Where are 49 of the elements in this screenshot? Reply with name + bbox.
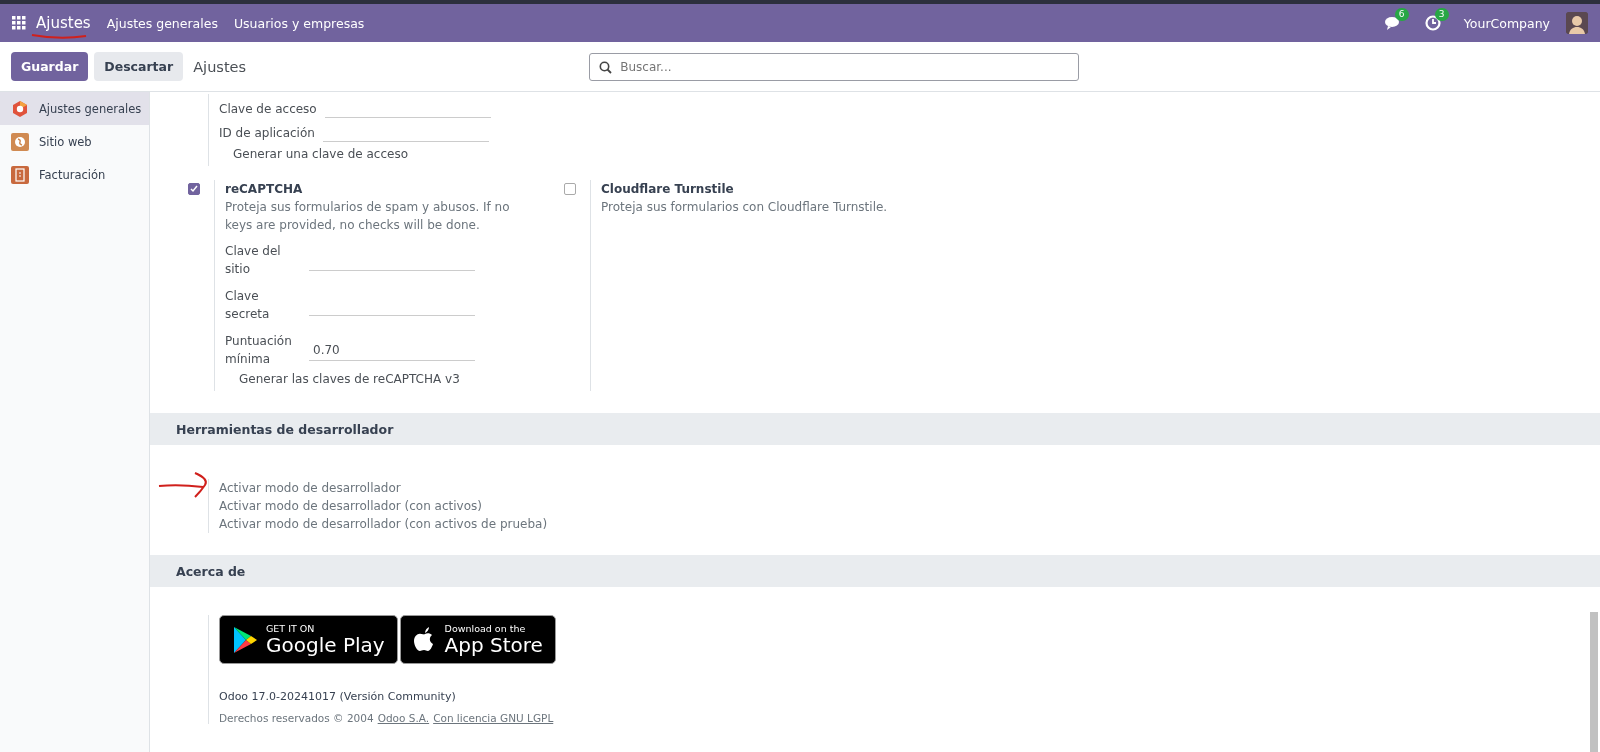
store-badge[interactable]: GET IT ON Google Play [219,615,398,664]
field-label: Clave de acceso [219,101,318,118]
hexagon-logo-icon [11,99,29,118]
discard-button[interactable]: Descartar [94,52,184,81]
sidebar-item[interactable]: Facturación [0,158,149,191]
setting-description: Proteja sus formularios con Cloudflare Turnstile. [601,199,888,216]
sidebar-item[interactable]: Sitio web [0,125,149,158]
version-text: Odoo 17.0-20241017 (Versión Community) [219,689,457,705]
setting-title: reCAPTCHA [225,181,304,198]
sidebar-item-label: Facturación [39,167,106,182]
developer-mode-link[interactable]: Activar modo de desarrollador (con activos de prueba) [219,515,1600,533]
sidebar-item[interactable]: Ajustes generales [0,92,149,125]
sidebar-item-label: Sitio web [39,134,92,149]
globe-icon [11,132,29,151]
save-button[interactable]: Guardar [11,52,89,81]
play-triangle-icon [232,625,258,654]
store-badge[interactable]: Download on the App Store [399,615,556,664]
checkbox[interactable] [188,183,200,195]
section-header: Acerca de [150,555,1600,587]
field-label: ID de aplicación [219,125,316,142]
copyright-link[interactable]: Odoo S.A. [377,712,430,724]
app-grid-icon[interactable] [12,16,26,30]
breadcrumb: Ajustes [193,58,248,75]
setting-title: Cloudflare Turnstile [601,181,735,198]
generate-key-link[interactable]: Generar una clave de acceso [219,142,1600,166]
section-header: Herramientas de desarrollador [150,413,1600,445]
message-count-badge: 6 [1394,8,1409,21]
sidebar-item-label: Ajustes generales [39,101,142,116]
developer-mode-link[interactable]: Activar modo de desarrollador [219,479,1600,497]
field-label: Puntuación mínima [225,333,293,368]
checkbox[interactable] [564,183,576,195]
avatar-icon[interactable] [1566,12,1588,34]
menu-item[interactable]: Ajustes generales [106,15,218,31]
scrollbar-thumb[interactable] [1590,612,1598,752]
activity-count-badge: 3 [1434,8,1449,21]
developer-mode-link[interactable]: Activar modo de desarrollador (con activos) [219,497,1600,515]
field-label: Clave secreta [225,288,271,323]
setting-description: Proteja sus formularios de spam y abusos. If no keys are provided, no checks will be done. [225,199,511,234]
app-title[interactable]: Ajustes [36,14,91,32]
copyright-link[interactable]: Con licencia GNU LGPL [433,712,554,724]
company-name[interactable]: YourCompany [1463,15,1550,31]
field-label: Clave del sitio [225,243,282,278]
input-field[interactable]: 0.70 [309,339,475,361]
copyright-text: Derechos reservados © 2004 [219,712,374,724]
search-field[interactable]: Buscar... [589,52,1080,81]
menu-item[interactable]: Usuarios y empresas [233,15,365,31]
generate-keys-link[interactable]: Generar las claves de reCAPTCHA v3 [225,367,525,391]
invoice-icon [11,165,29,184]
annotation-underline [30,32,88,40]
